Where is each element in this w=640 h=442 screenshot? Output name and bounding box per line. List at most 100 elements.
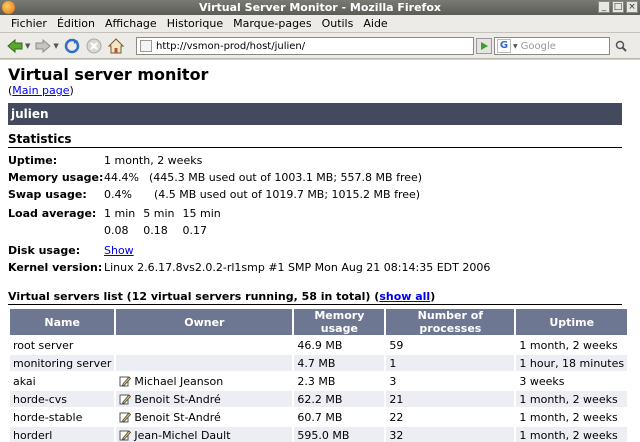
uptime-label: Uptime: [8,154,58,167]
reload-icon[interactable] [63,37,81,55]
server-uptime: 1 month, 2 weeks [516,427,628,442]
server-uptime: 1 hour, 18 minutes [516,355,628,371]
vs-heading-suffix: ) [430,290,436,303]
uptime-row: Uptime: 1 month, 2 weeks [8,152,632,169]
load-value-1min: 0.08 [104,224,129,237]
home-icon[interactable] [107,37,125,55]
stop-icon[interactable] [85,37,103,55]
search-box[interactable]: G ▼ Google [494,37,610,55]
server-name: horde-cvs [10,391,115,407]
kernel-value: Linux 2.6.17.8vs2.0.2-rl1smp #1 SMP Mon … [104,261,491,274]
load-average-row: Load average: 1 min 5 min 15 min 0.08 0.… [8,205,632,239]
edit-owner-icon[interactable] [119,411,132,423]
table-row: akai Michael Jeanson 2.3 MB 3 3 weeks [10,373,628,389]
url-bar[interactable]: http://vsmon-prod/host/julien/ [136,37,474,55]
memory-detail: (445.3 MB used out of 1003.1 MB; 557.8 M… [148,171,423,184]
virtual-servers-heading: Virtual servers list (12 virtual servers… [8,290,622,305]
nav-toolbar: ▼ ▼ http://vsmon-prod/host/julien/ G ▼ G… [0,33,640,59]
server-owner: Benoit St-André [116,409,293,425]
server-uptime: 1 month, 2 weeks [516,391,628,407]
server-name: monitoring server [10,355,115,371]
edit-owner-icon[interactable] [119,375,132,387]
table-header-row: Name Owner Memory usage Number of proces… [10,309,628,335]
server-processes: 22 [386,409,515,425]
menu-aide[interactable]: Aide [358,17,392,30]
memory-label: Memory usage: [8,171,104,184]
server-processes: 59 [386,337,515,353]
server-name: horde-stable [10,409,115,425]
load-header-15min: 15 min [182,207,221,220]
menu-outils[interactable]: Outils [317,17,359,30]
menu-marque-pages[interactable]: Marque-pages [228,17,316,30]
close-icon[interactable]: × [626,1,638,13]
host-name-banner: julien [8,103,622,125]
window-titlebar: Virtual Server Monitor - Mozilla Firefox… [0,0,640,15]
table-row: horde-cvs Benoit St-André 62.2 MB 21 1 m… [10,391,628,407]
statistics-block: Uptime: 1 month, 2 weeks Memory usage: 4… [8,152,632,276]
server-owner [116,355,293,371]
kernel-label: Kernel version: [8,261,103,274]
forward-dropdown-icon[interactable]: ▼ [53,42,58,50]
maximize-icon[interactable]: □ [612,1,624,13]
menu-edition[interactable]: Édition [52,17,100,30]
google-icon[interactable]: G [497,39,511,53]
main-page-link[interactable]: Main page [12,84,69,97]
server-memory: 60.7 MB [294,409,385,425]
server-memory: 4.7 MB [294,355,385,371]
main-link-suffix: ) [69,84,74,97]
page-content: Virtual server monitor (Main page) julie… [0,60,640,442]
server-uptime: 3 weeks [516,373,628,389]
server-name: horderl [10,427,115,442]
search-engine-dropdown-icon[interactable]: ▼ [513,43,518,50]
server-owner: Benoit St-André [116,391,293,407]
server-owner [116,337,293,353]
table-row: horde-stable Benoit St-André 60.7 MB 22 … [10,409,628,425]
virtual-servers-table: Name Owner Memory usage Number of proces… [8,307,629,442]
table-row: monitoring server 4.7 MB 1 1 hour, 18 mi… [10,355,628,371]
server-owner: Michael Jeanson [116,373,293,389]
search-placeholder: Google [520,40,556,52]
load-header-1min: 1 min [104,207,136,220]
col-processes: Number of processes [386,309,515,335]
swap-label: Swap usage: [8,188,87,201]
server-processes: 1 [386,355,515,371]
owner-name: Michael Jeanson [134,374,224,388]
server-memory: 2.3 MB [294,373,385,389]
forward-icon[interactable] [34,37,52,55]
swap-detail: (4.5 MB used out of 1019.7 MB; 1015.2 MB… [153,188,421,201]
kernel-row: Kernel version: Linux 2.6.17.8vs2.0.2-rl… [8,259,632,276]
load-value-5min: 0.18 [143,224,168,237]
server-name: root server [10,337,115,353]
page-title: Virtual server monitor [8,65,209,84]
memory-percent: 44.4% [104,171,139,184]
load-average-grid: 1 min 5 min 15 min 0.08 0.18 0.17 [104,205,221,239]
window-title: Virtual Server Monitor - Mozilla Firefox [199,1,441,14]
table-row: horderl Jean-Michel Dault 595.0 MB 32 1 … [10,427,628,442]
go-icon[interactable] [476,38,492,54]
edit-owner-icon[interactable] [119,393,132,405]
server-processes: 21 [386,391,515,407]
server-memory: 62.2 MB [294,391,385,407]
server-processes: 3 [386,373,515,389]
memory-row: Memory usage: 44.4% (445.3 MB used out of… [8,169,632,186]
menu-affichage[interactable]: Affichage [100,17,162,30]
minimize-icon[interactable]: _ [598,1,610,13]
search-magnifier-icon[interactable] [614,39,628,53]
show-all-link[interactable]: show all [379,290,430,303]
server-owner: Jean-Michel Dault [116,427,293,442]
url-text: http://vsmon-prod/host/julien/ [156,40,306,52]
uptime-value: 1 month, 2 weeks [104,154,203,167]
owner-name: Benoit St-André [134,392,221,406]
edit-owner-icon[interactable] [119,429,132,441]
swap-row: Swap usage: 0.4% (4.5 MB used out of 1019… [8,186,632,203]
load-value-15min: 0.17 [182,224,208,237]
disk-usage-show-link[interactable]: Show [104,242,134,259]
back-dropdown-icon[interactable]: ▼ [25,42,30,50]
back-icon[interactable] [6,37,24,55]
page-favicon-icon [140,40,152,52]
owner-name: Jean-Michel Dault [134,428,231,442]
swap-percent: 0.4% [104,188,132,201]
menu-historique[interactable]: Historique [162,17,228,30]
menu-fichier[interactable]: Fichier [6,17,52,30]
load-average-label: Load average: [8,207,97,220]
